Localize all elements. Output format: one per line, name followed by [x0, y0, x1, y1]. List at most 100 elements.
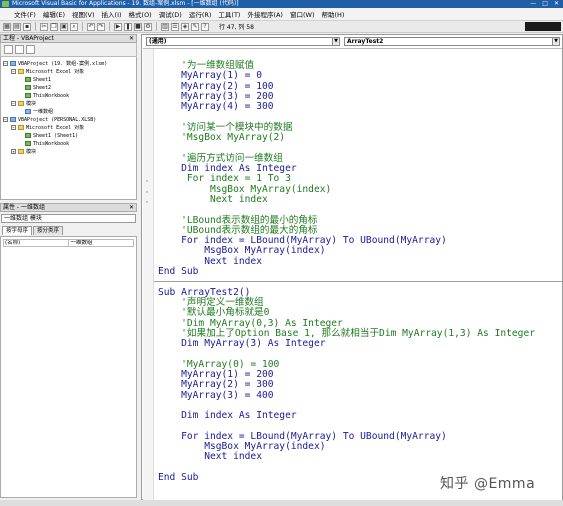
tree-node[interactable]: ThisWorkbook — [25, 92, 69, 99]
window-controls: — □ ✕ — [530, 0, 559, 8]
tree-node[interactable]: − Microsoft Excel 对象 — [11, 124, 84, 131]
tree-node-label: VBAProject (PERSONAL.XLSB) — [18, 116, 97, 123]
code-line: Dim MyArray(3) As Integer — [158, 338, 326, 350]
save-icon[interactable]: ▪ — [23, 22, 31, 31]
object-combo[interactable]: (通用) ▼ — [146, 37, 340, 46]
procedure-combo[interactable]: ArrayTest2 ▼ — [344, 37, 560, 46]
copy-icon[interactable]: ❐ — [50, 22, 58, 31]
close-icon[interactable]: ✕ — [129, 204, 134, 211]
insert-module-icon[interactable]: ▤ — [13, 22, 21, 31]
object-select[interactable]: 一维数组 模块 — [1, 214, 136, 223]
code-line: '默认最小角标就是0 — [158, 307, 270, 319]
folder-icon — [18, 125, 24, 130]
toolbox-icon[interactable]: ✎ — [191, 22, 199, 31]
property-row[interactable]: (名称) 一维数组 — [3, 239, 134, 247]
toggle-folders-icon[interactable] — [26, 45, 35, 54]
menu-addins[interactable]: 外接程序(A) — [247, 9, 283, 19]
menu-run[interactable]: 运行(R) — [189, 9, 212, 19]
gutter-comment-mark: ' — [146, 190, 148, 198]
design-mode-icon[interactable]: ⚙ — [144, 22, 152, 31]
paste-icon[interactable]: ▣ — [60, 22, 68, 31]
properties-grid: (名称) 一维数组 — [0, 236, 137, 498]
menu-format[interactable]: 格式(O) — [129, 9, 152, 19]
tree-node-label: ThisWorkbook — [33, 92, 70, 99]
project-explorer-icon[interactable]: ▥ — [161, 22, 169, 31]
properties-title: 属性 - 一维数组 ✕ — [0, 203, 137, 212]
tab-categorized[interactable]: 按分类序 — [33, 226, 64, 235]
procedure-separator — [154, 281, 562, 283]
stop-icon[interactable]: ■ — [134, 22, 142, 31]
code-line: 'Dim MyArray(0,3) As Integer — [158, 317, 343, 329]
collapse-icon[interactable]: − — [11, 69, 16, 74]
tree-node-label: Microsoft Excel 对象 — [26, 125, 85, 131]
view-code-icon[interactable] — [4, 45, 13, 54]
code-line: MyArray(2) = 300 — [158, 379, 274, 391]
collapse-icon[interactable]: − — [11, 125, 16, 130]
tree-node[interactable]: Sheet1 (Sheet1) — [25, 132, 78, 139]
expand-icon[interactable]: + — [11, 149, 16, 154]
chevron-down-icon[interactable]: ▼ — [332, 38, 339, 45]
folder-icon — [18, 149, 24, 154]
tab-alphabetic[interactable]: 按字母序 — [2, 226, 33, 235]
tree-node-label: 模块 — [26, 101, 37, 107]
sheet-icon — [25, 133, 31, 138]
pause-icon[interactable]: ❚ — [124, 22, 132, 31]
run-icon[interactable]: ▶ — [114, 22, 122, 31]
properties-icon[interactable]: ☰ — [171, 22, 179, 31]
redo-icon[interactable]: ↷ — [97, 22, 105, 31]
help-icon[interactable]: ? — [201, 22, 209, 31]
code-line: MyArray(4) = 300 — [158, 101, 274, 113]
menu-file[interactable]: 文件(F) — [14, 9, 36, 19]
chevron-down-icon[interactable]: ▼ — [552, 38, 559, 45]
tree-node[interactable]: − 模块 — [11, 100, 36, 107]
object-browser-icon[interactable]: ◈ — [181, 22, 189, 31]
tree-node[interactable]: Sheet2 — [25, 84, 51, 91]
close-button[interactable]: ✕ — [554, 0, 559, 8]
view-object-icon[interactable] — [15, 45, 24, 54]
collapse-icon[interactable]: − — [3, 61, 8, 66]
sheet-icon — [25, 77, 31, 82]
tree-node[interactable]: + 模块 — [11, 148, 36, 155]
undo-icon[interactable]: ↶ — [87, 22, 95, 31]
window-title-bar: Microsoft Visual Basic for Applications … — [0, 0, 563, 8]
find-icon[interactable]: ⌕ — [70, 22, 78, 31]
tree-node[interactable]: − VBAProject (19. 数组-案例.xlsm) — [3, 60, 107, 67]
sheet-icon — [25, 85, 31, 90]
taskbar-strip — [0, 500, 563, 506]
property-value[interactable]: 一维数组 — [69, 240, 134, 246]
collapse-icon[interactable]: − — [3, 117, 8, 122]
collapse-icon[interactable]: − — [11, 101, 16, 106]
code-line: Dim index As Integer — [158, 410, 297, 422]
cut-icon[interactable]: ✂ — [40, 22, 48, 31]
tree-node[interactable]: − VBAProject (PERSONAL.XLSB) — [3, 116, 96, 123]
code-line: 'MsgBox MyArray(2) — [158, 132, 286, 144]
code-line: For index = 1 To 3 — [158, 173, 291, 185]
code-line: MsgBox MyArray(index) — [158, 245, 326, 257]
minimize-button[interactable]: — — [530, 0, 536, 8]
project-icon — [10, 61, 16, 66]
procedure-combo-value: ArrayTest2 — [347, 38, 384, 45]
menu-insert[interactable]: 插入(I) — [102, 9, 122, 19]
menu-view[interactable]: 视图(V) — [72, 9, 95, 19]
tree-node[interactable]: 一维数组 — [25, 108, 53, 115]
property-name: (名称) — [4, 240, 69, 246]
code-editor[interactable]: ' ' ' '为一维数组赋值 MyArray(1) = 0 MyArray(2)… — [143, 48, 562, 500]
project-explorer-title: 工程 - VBAProject ✕ — [0, 34, 137, 43]
tree-node[interactable]: − Microsoft Excel 对象 — [11, 68, 84, 75]
code-line: MyArray(3) = 400 — [158, 389, 274, 401]
code-line: Next index — [158, 193, 268, 205]
folder-icon — [18, 101, 24, 106]
toolbar-divider — [35, 22, 36, 31]
close-icon[interactable]: ✕ — [129, 35, 134, 42]
tree-node[interactable]: ThisWorkbook — [25, 140, 69, 147]
view-excel-icon[interactable]: ▦ — [3, 22, 11, 31]
excel-app-icon — [2, 1, 9, 7]
menu-debug[interactable]: 调试(D) — [159, 9, 182, 19]
menu-edit[interactable]: 编辑(E) — [43, 9, 65, 19]
menu-help[interactable]: 帮助(H) — [321, 9, 344, 19]
maximize-button[interactable]: □ — [542, 0, 548, 8]
menu-tools[interactable]: 工具(T) — [218, 9, 240, 19]
menu-window[interactable]: 窗口(W) — [290, 9, 315, 19]
tree-node[interactable]: Sheet1 — [25, 76, 51, 83]
code-window: (通用) ▼ ArrayTest2 ▼ ' ' ' '为一维数组赋值 MyArr… — [141, 34, 563, 500]
